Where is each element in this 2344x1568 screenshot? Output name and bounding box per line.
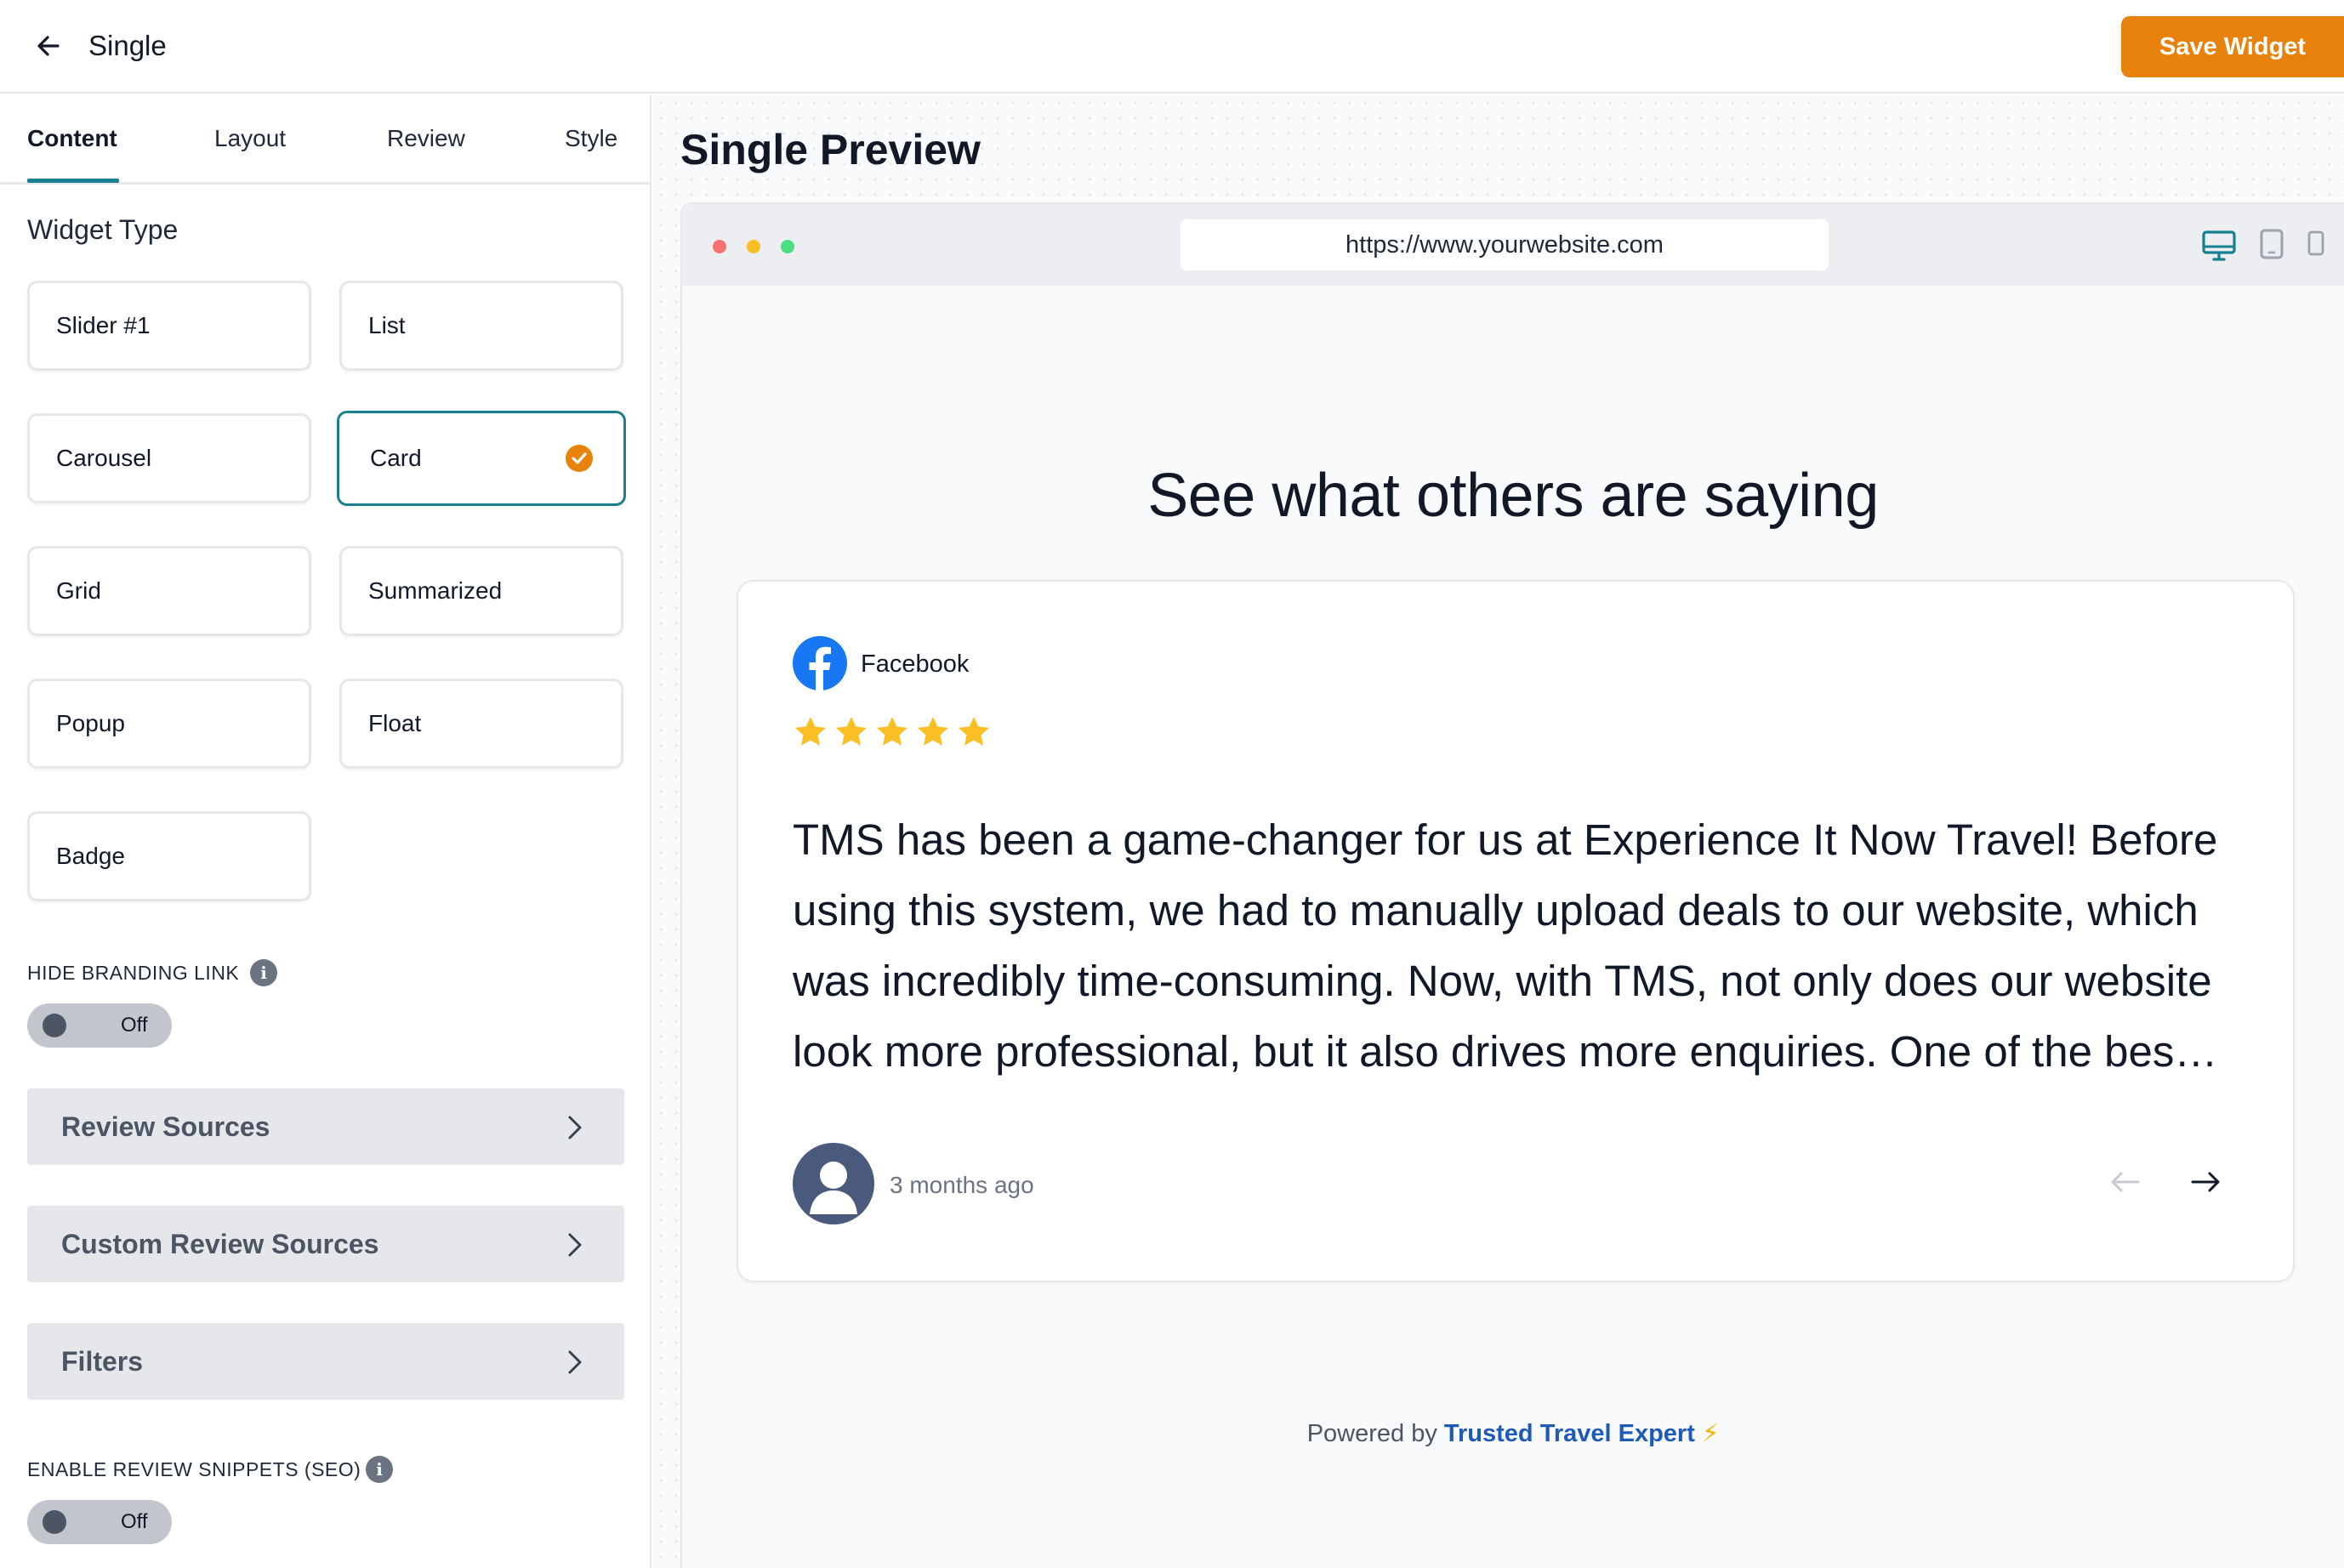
chevron-right-icon [566,1231,583,1263]
top-bar: Single Save Widget [0,0,2344,94]
powered-by: Powered by Trusted Travel Expert ⚡ [682,1418,2344,1449]
avatar [793,1143,874,1224]
widget-type-label: Grid [56,577,101,604]
active-tab-indicator [27,179,119,183]
info-icon[interactable]: i [366,1456,393,1483]
review-card: Facebook TMS has been a game-changer for… [737,580,2295,1282]
info-icon[interactable]: i [250,959,277,986]
settings-panel: Content Layout Review Style Widget Type … [0,95,651,1568]
tab-layout[interactable]: Layout [214,124,286,153]
widget-type-label: Card [370,445,422,471]
browser-toolbar: https://www.yourwebsite.com [682,204,2344,286]
chevron-right-icon [566,1114,583,1145]
widget-type-slider[interactable]: Slider #1 [27,281,311,371]
widget-type-summarized[interactable]: Summarized [339,546,623,636]
tab-style[interactable]: Style [565,124,617,153]
tab-review[interactable]: Review [387,124,465,153]
section-label: Custom Review Sources [61,1229,379,1259]
page-title: Single [88,30,167,61]
preview-panel: Single Preview https://www.yourwebsite.c… [653,95,2344,1568]
review-snippets-toggle[interactable]: Off [27,1500,172,1544]
lightning-icon: ⚡ [1701,1420,1720,1447]
widget-type-badge[interactable]: Badge [27,811,311,901]
widget-type-heading: Widget Type [27,214,179,245]
widget-type-carousel[interactable]: Carousel [27,413,311,503]
chevron-right-icon [566,1349,583,1380]
powered-by-prefix: Powered by [1306,1420,1437,1447]
toggle-state: Off [121,1510,148,1533]
mobile-icon[interactable] [2307,230,2325,261]
review-text: TMS has been a game-changer for us at Ex… [793,815,2218,1076]
widget-type-float[interactable]: Float [339,679,623,769]
hide-branding-label: HIDE BRANDING LINK [27,962,240,984]
url-bar: https://www.yourwebsite.com [1181,219,1829,270]
desktop-icon[interactable] [2201,228,2237,268]
widget-heading: See what others are saying [1147,462,1879,530]
star-icon [795,717,826,746]
tab-content[interactable]: Content [27,124,117,153]
star-icon [918,717,948,746]
widget-type-grid[interactable]: Grid [27,546,311,636]
review-source-name: Facebook [861,650,970,678]
star-icon [959,717,989,746]
widget-type-list[interactable]: List [339,281,623,371]
custom-review-sources-section[interactable]: Custom Review Sources [27,1206,624,1282]
widget-type-label: Badge [56,843,125,869]
preview-title: Single Preview [680,126,981,173]
browser-frame: https://www.yourwebsite.com See what oth… [680,202,2344,1568]
widget-type-card[interactable]: Card [337,411,626,506]
section-label: Filters [61,1346,144,1377]
settings-tabs: Content Layout Review Style [0,95,651,185]
toggle-knob [43,1510,66,1534]
check-circle-icon [566,445,593,472]
star-rating [793,714,997,752]
filters-section[interactable]: Filters [27,1323,624,1400]
next-arrow-icon[interactable] [2189,1167,2223,1202]
widget-type-label: Float [368,710,422,736]
tablet-icon[interactable] [2259,228,2284,264]
review-snippets-label: ENABLE REVIEW SNIPPETS (SEO) [27,1458,361,1480]
star-icon [877,717,907,746]
widget-type-label: Carousel [56,445,152,471]
star-icon [836,717,867,746]
widget-type-popup[interactable]: Popup [27,679,311,769]
toggle-state: Off [121,1014,148,1037]
widget-type-label: Summarized [368,577,503,604]
hide-branding-toggle[interactable]: Off [27,1003,172,1048]
back-arrow-icon[interactable] [32,29,66,63]
review-sources-section[interactable]: Review Sources [27,1088,624,1165]
widget-type-label: List [368,312,406,338]
save-widget-button[interactable]: Save Widget [2121,16,2344,77]
window-close-dot [713,240,726,253]
review-time: 3 months ago [890,1172,1034,1198]
widget-type-label: Slider #1 [56,312,151,338]
window-minimize-dot [747,240,760,253]
toggle-knob [43,1014,66,1037]
facebook-icon [793,636,847,690]
previous-arrow-icon[interactable] [2108,1167,2142,1202]
section-label: Review Sources [61,1111,270,1142]
window-maximize-dot [781,240,794,253]
powered-by-link[interactable]: Trusted Travel Expert [1444,1420,1695,1447]
widget-type-label: Popup [56,710,125,736]
